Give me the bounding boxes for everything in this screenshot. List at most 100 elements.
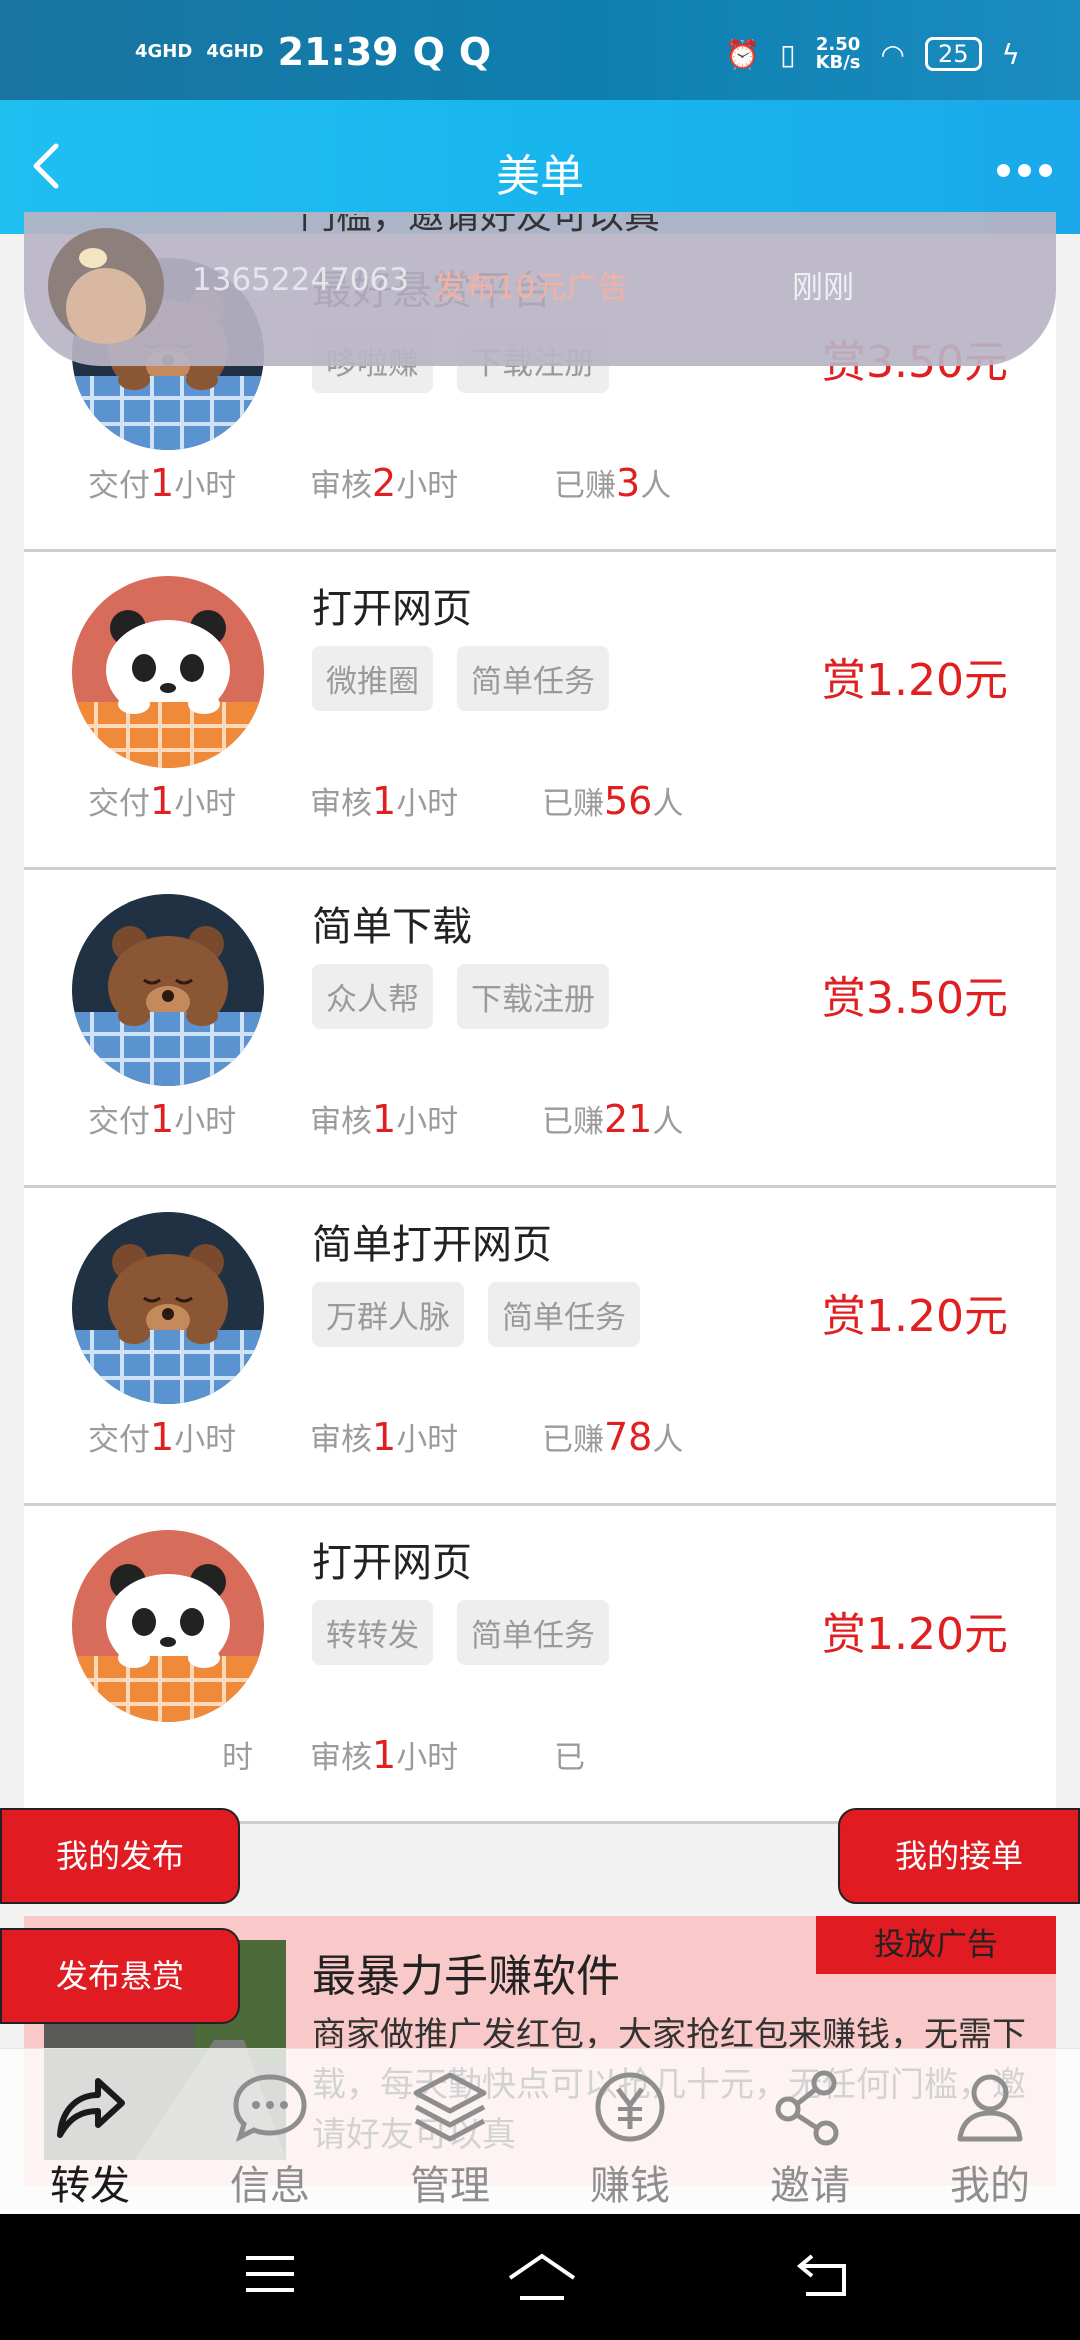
- pay-time-stat: 交付1小时: [88, 1096, 236, 1141]
- task-card[interactable]: 打开网页 微推圈 简单任务 赏1.20元 交付1小时 审核1小时 已赚56人: [24, 552, 1056, 870]
- bottom-nav: 转发 信息 管理 赚钱 邀请 我的: [0, 2048, 1080, 2214]
- review-unit: 小时: [396, 1740, 459, 1776]
- notification-prev-text: 门槛，邀请好友可以真: [300, 214, 661, 237]
- review-num: 2: [372, 461, 397, 505]
- task-reward: 赏1.20元: [822, 1291, 1008, 1342]
- share-icon: [57, 2078, 125, 2138]
- review-num: 1: [372, 1733, 397, 1777]
- earned-num: 21: [604, 1097, 653, 1141]
- wifi-icon: ◠: [880, 37, 905, 71]
- nav-label: 赚钱: [590, 2163, 670, 2209]
- nav-share[interactable]: 转发: [0, 2049, 180, 2215]
- review-unit: 小时: [396, 468, 459, 504]
- earned-count-stat: 已赚21人: [542, 1096, 683, 1141]
- task-title: 打开网页: [312, 1540, 472, 1586]
- pay-label: 交付: [88, 786, 150, 822]
- nav-label: 我的: [950, 2163, 1030, 2209]
- review-num: 1: [372, 1097, 397, 1141]
- task-type-tag: 简单任务: [457, 646, 609, 711]
- earned-count-stat: 已赚78人: [542, 1414, 683, 1459]
- review-label: 审核: [310, 1104, 372, 1140]
- task-title: 打开网页: [312, 586, 472, 632]
- pay-num: 1: [150, 1415, 175, 1459]
- home-icon[interactable]: [506, 2252, 578, 2302]
- pay-label: 交付: [88, 468, 150, 504]
- user-icon: [957, 2074, 1023, 2142]
- review-time-stat: 审核2小时: [310, 460, 458, 505]
- nav-invite[interactable]: 邀请: [720, 2049, 900, 2215]
- alarm-icon: ⏰: [725, 37, 761, 71]
- review-unit: 小时: [396, 786, 459, 822]
- review-unit: 小时: [396, 1422, 459, 1458]
- pay-num: 1: [150, 779, 175, 823]
- earned-label: 已赚: [542, 786, 604, 822]
- pay-num: 1: [150, 1097, 175, 1141]
- task-reward: 赏3.50元: [822, 973, 1008, 1024]
- earned-unit: 人: [652, 786, 684, 822]
- notification-phone: 13652247063: [192, 262, 409, 298]
- status-bar: 4GHD 4GHD 21:39 Q Q ⏰ ▯ 2.50 KB/s ◠ 25 ϟ: [0, 0, 1080, 100]
- task-avatar: [72, 894, 264, 1086]
- task-avatar: [72, 1212, 264, 1404]
- task-card[interactable]: 简单打开网页 万群人脉 简单任务 赏1.20元 交付1小时 审核1小时 已赚78人: [24, 1188, 1056, 1506]
- task-card[interactable]: 简单下载 众人帮 下载注册 赏3.50元 交付1小时 审核1小时 已赚21人: [24, 870, 1056, 1188]
- nav-messages[interactable]: 信息: [180, 2049, 360, 2215]
- nav-label: 管理: [410, 2163, 490, 2209]
- review-label: 审核: [310, 786, 372, 822]
- task-title: 简单下载: [312, 904, 472, 950]
- task-platform-tag: 微推圈: [312, 646, 433, 711]
- earned-label: 已赚: [542, 1104, 604, 1140]
- task-type-tag: 简单任务: [457, 1600, 609, 1665]
- nav-earn[interactable]: 赚钱: [540, 2049, 720, 2215]
- charging-icon: ϟ: [1001, 37, 1020, 71]
- my-publish-button[interactable]: 我的发布: [0, 1808, 240, 1904]
- pay-time-stat: 交付1小时: [88, 1414, 236, 1459]
- nav-manage[interactable]: 管理: [360, 2049, 540, 2215]
- post-reward-button[interactable]: 发布悬赏: [0, 1928, 240, 2024]
- chat-icon: [233, 2074, 307, 2142]
- earned-count-stat: 已赚56人: [542, 778, 683, 823]
- menu-icon[interactable]: [244, 2252, 296, 2296]
- pay-unit: 小时: [174, 786, 237, 822]
- system-nav-bar: [0, 2214, 1080, 2340]
- network-icon: [775, 2070, 839, 2146]
- task-avatar: [72, 1530, 264, 1722]
- pay-unit: 小时: [174, 1104, 237, 1140]
- back-nav-icon[interactable]: [796, 2252, 852, 2298]
- earned-label: 已赚: [542, 1422, 604, 1458]
- pay-time-stat: 交付1小时: [88, 460, 236, 505]
- earned-count-stat: 已赚3人: [554, 460, 671, 505]
- notification-avatar: [48, 228, 164, 344]
- battery-icon: 25: [924, 37, 982, 71]
- pay-label: 交付: [88, 1104, 150, 1140]
- review-unit: 小时: [396, 1104, 459, 1140]
- qq-icon: Q: [412, 30, 445, 74]
- task-list: 最好悬赏平台哆啦赚下载注册赏3.50元交付1小时审核2小时已赚3人打开网页微推圈…: [24, 234, 1056, 1824]
- notification-time: 刚刚: [792, 270, 854, 306]
- earned-count-stat: 已: [554, 1732, 585, 1777]
- review-label: 审核: [310, 1422, 372, 1458]
- nav-profile[interactable]: 我的: [900, 2049, 1080, 2215]
- review-time-stat: 审核1小时: [310, 1732, 458, 1777]
- review-time-stat: 审核1小时: [310, 778, 458, 823]
- task-avatar: [72, 576, 264, 768]
- signal-2-icon: 4GHD: [206, 41, 264, 62]
- qq-icon-2: Q: [458, 30, 492, 74]
- signal-1-icon: 4GHD: [135, 41, 193, 62]
- net-speed-unit: KB/s: [815, 52, 861, 73]
- yuan-icon: [595, 2072, 665, 2142]
- review-time-stat: 审核1小时: [310, 1096, 458, 1141]
- pay-unit: 小时: [174, 1422, 237, 1458]
- more-icon[interactable]: [997, 164, 1052, 177]
- task-card[interactable]: 打开网页 转转发 简单任务 赏1.20元时 审核1小时 已: [24, 1506, 1056, 1824]
- task-platform-tag: 转转发: [312, 1600, 433, 1665]
- review-label: 审核: [310, 1740, 372, 1776]
- pay-num: 1: [150, 461, 175, 505]
- earned-unit: 人: [652, 1422, 684, 1458]
- task-title: 简单打开网页: [312, 1222, 552, 1268]
- earned-unit: 人: [640, 468, 672, 504]
- my-orders-button[interactable]: 我的接单: [838, 1808, 1080, 1904]
- nav-label: 邀请: [770, 2163, 850, 2209]
- pay-unit: 小时: [174, 468, 237, 504]
- place-ad-button[interactable]: 投放广告: [816, 1916, 1056, 1974]
